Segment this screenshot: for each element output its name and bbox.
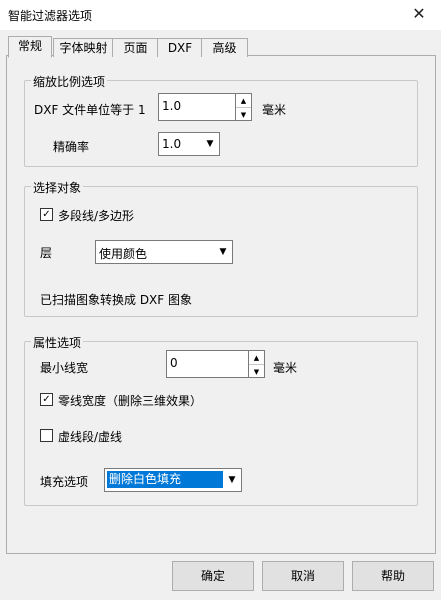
min-width-suffix: 毫米 xyxy=(273,361,298,375)
layer-dropdown[interactable]: 使用颜色 ▼ xyxy=(95,240,233,264)
zero-width-checkbox[interactable]: ✓ xyxy=(40,393,53,406)
dxf-unit-suffix: 毫米 xyxy=(262,103,287,117)
chevron-down-icon[interactable]: ▼ xyxy=(215,241,231,263)
scale-options-legend: 缩放比例选项 xyxy=(31,73,108,90)
dxf-unit-stepper[interactable]: 1.0 ▲ ▼ xyxy=(158,93,252,121)
tab-dxf[interactable]: DXF xyxy=(157,38,203,57)
close-icon[interactable]: ✕ xyxy=(405,3,433,25)
layer-label: 层 xyxy=(40,246,53,260)
polyline-checkbox[interactable]: ✓ xyxy=(40,208,53,221)
attribute-options-legend: 属性选项 xyxy=(31,334,84,351)
tab-font-mapping[interactable]: 字体映射 xyxy=(53,38,114,57)
min-width-label: 最小线宽 xyxy=(40,361,89,375)
fill-options-label: 填充选项 xyxy=(40,475,89,489)
spin-up-icon[interactable]: ▲ xyxy=(249,351,264,365)
spin-down-icon[interactable]: ▼ xyxy=(249,365,264,378)
scan-info-text: 已扫描图象转换成 DXF 图象 xyxy=(40,293,192,307)
help-button[interactable]: 帮助 xyxy=(352,561,434,591)
spin-up-icon[interactable]: ▲ xyxy=(236,94,251,108)
layer-value: 使用颜色 xyxy=(99,247,148,261)
select-objects-legend: 选择对象 xyxy=(31,179,84,196)
dxf-unit-spin: ▲ ▼ xyxy=(235,94,251,120)
zero-width-label: 零线宽度（删除三维效果） xyxy=(58,394,203,408)
cancel-button[interactable]: 取消 xyxy=(262,561,344,591)
chevron-down-icon[interactable]: ▼ xyxy=(224,469,240,491)
ok-button[interactable]: 确定 xyxy=(172,561,254,591)
dashed-line-checkbox[interactable] xyxy=(40,429,53,442)
min-width-spin: ▲ ▼ xyxy=(248,351,264,377)
chevron-down-icon[interactable]: ▼ xyxy=(202,133,218,155)
tab-advanced[interactable]: 高级 xyxy=(201,38,248,57)
spin-down-icon[interactable]: ▼ xyxy=(236,108,251,121)
min-width-value: 0 xyxy=(170,356,178,370)
window-title: 智能过滤器选项 xyxy=(8,9,93,23)
dxf-unit-label: DXF 文件单位等于 1 xyxy=(34,103,146,117)
precision-value: 1.0 xyxy=(162,137,182,151)
tab-general[interactable]: 常规 xyxy=(8,36,52,58)
dxf-unit-value: 1.0 xyxy=(162,99,182,113)
min-width-stepper[interactable]: 0 ▲ ▼ xyxy=(166,350,265,378)
precision-label: 精确率 xyxy=(53,140,90,154)
precision-dropdown[interactable]: 1.0 ▼ xyxy=(158,132,220,156)
fill-options-value: 删除白色填充 xyxy=(107,471,223,488)
tab-page[interactable]: 页面 xyxy=(112,38,159,57)
fill-options-dropdown[interactable]: 删除白色填充 ▼ xyxy=(104,468,242,492)
dashed-line-label: 虚线段/虚线 xyxy=(58,430,123,444)
polyline-label: 多段线/多边形 xyxy=(58,209,135,223)
